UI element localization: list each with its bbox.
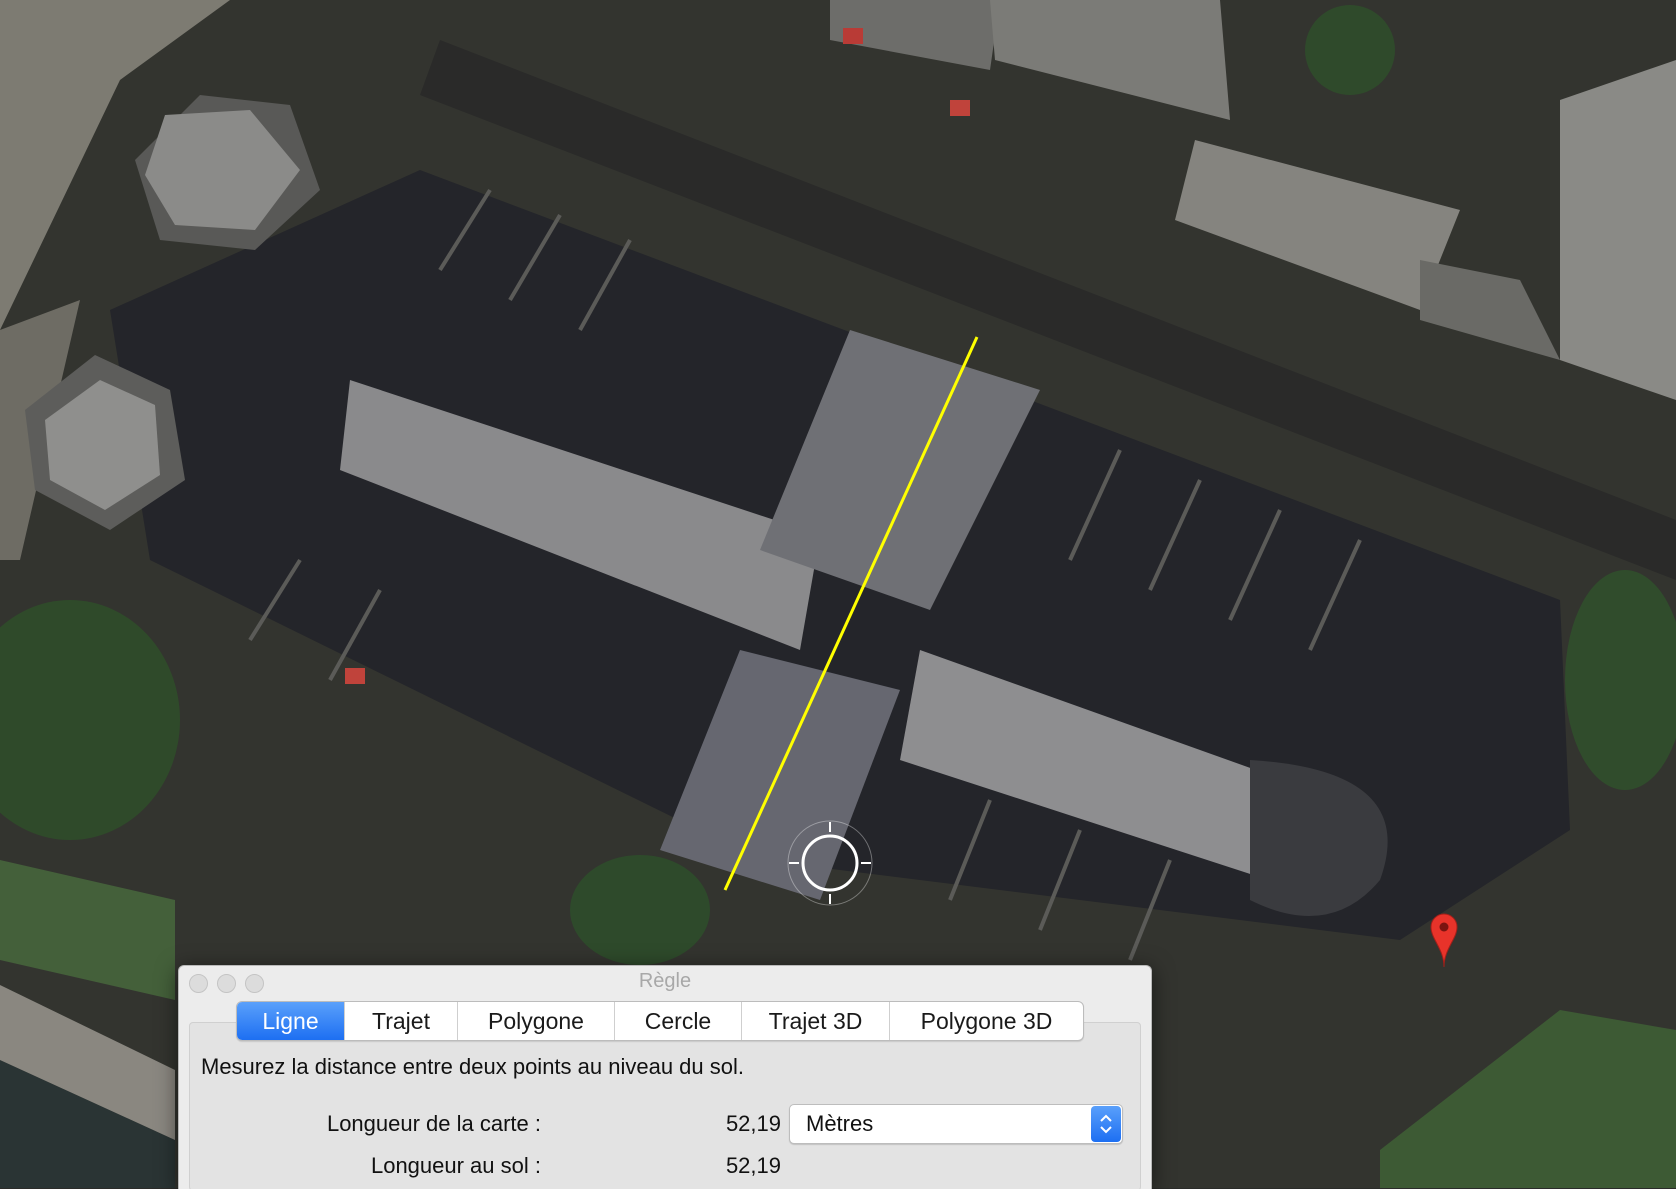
close-button[interactable] <box>189 974 208 993</box>
titlebar: Règle <box>179 966 1151 996</box>
ground-length-value: 52,19 <box>725 1153 781 1178</box>
tab-ligne[interactable]: Ligne <box>237 1002 344 1040</box>
tab-cercle[interactable]: Cercle <box>614 1002 741 1040</box>
description-text: Mesurez la distance entre deux points au… <box>201 1054 744 1079</box>
tab-trajet-3d[interactable]: Trajet 3D <box>741 1002 889 1040</box>
building-4 <box>1560 60 1676 400</box>
tab-bar: Ligne Trajet Polygone Cercle Trajet 3D P… <box>236 1001 1084 1041</box>
map-length-label: Longueur de la carte : <box>326 1111 541 1136</box>
ruler-dialog: Règle Ligne Trajet Polygone Cercle Traje… <box>178 965 1152 1189</box>
red-roof-3 <box>345 668 365 684</box>
tab-polygone[interactable]: Polygone <box>457 1002 614 1040</box>
chevron-up-down-icon[interactable] <box>1091 1106 1121 1142</box>
tab-polygone-3d[interactable]: Polygone 3D <box>889 1002 1083 1040</box>
unit-select[interactable]: Mètres <box>789 1104 1123 1144</box>
red-roof-2 <box>950 100 970 116</box>
tree-top <box>1305 5 1395 95</box>
tab-trajet[interactable]: Trajet <box>344 1002 457 1040</box>
unit-select-value: Mètres <box>806 1111 874 1136</box>
map-length-value: 52,19 <box>725 1111 781 1136</box>
zoom-button[interactable] <box>245 974 264 993</box>
red-roof-1 <box>843 28 863 44</box>
trees-bottom <box>570 855 710 965</box>
dialog-title: Règle <box>638 970 692 992</box>
ground-length-label: Longueur au sol : <box>370 1153 541 1178</box>
minimize-button[interactable] <box>217 974 236 993</box>
